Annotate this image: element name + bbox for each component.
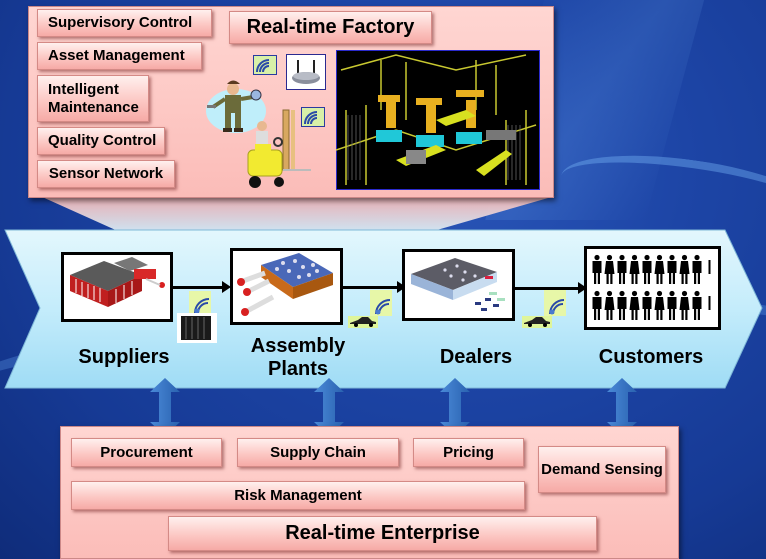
person-icon (667, 254, 677, 284)
factory-function-asset-management[interactable]: Asset Management (37, 42, 202, 70)
person-icon (592, 254, 602, 284)
person-icon (642, 254, 652, 284)
person-icon (629, 254, 640, 284)
wireless-router-photo (286, 54, 326, 90)
person-icon (604, 290, 615, 320)
enterprise-function-supply-chain[interactable]: Supply Chain (237, 438, 399, 467)
enterprise-function-risk-management[interactable]: Risk Management (71, 481, 525, 510)
factory-function-sensor-network[interactable]: Sensor Network (37, 160, 175, 188)
person-icon (629, 290, 640, 320)
person-icon (679, 290, 690, 320)
person-icon (617, 254, 627, 284)
person-icon (667, 290, 677, 320)
person-icon (692, 254, 702, 284)
stage-label-assembly-plants: Assembly Plants (250, 335, 346, 380)
people-icons (592, 254, 711, 320)
factory-function-supervisory-control[interactable]: Supervisory Control (37, 9, 212, 37)
supplier-factory-illustration[interactable] (61, 252, 173, 322)
dealer-building-icon (411, 258, 505, 311)
assembly-plant-illustration[interactable] (230, 248, 343, 325)
customer-crowd-icons[interactable] (584, 246, 721, 330)
car-wireless-icon (522, 290, 566, 328)
enterprise-function-demand-sensing[interactable]: Demand Sensing (538, 446, 666, 493)
stage-label-suppliers: Suppliers (78, 346, 170, 368)
person-icon (604, 254, 615, 284)
person-icon (708, 260, 711, 274)
factory-function-intelligent-maintenance[interactable]: Intelligent Maintenance (37, 75, 149, 122)
person-icon (642, 290, 652, 320)
car-wireless-icon (348, 290, 392, 328)
person-icon (708, 296, 711, 310)
wireless-icon (301, 107, 325, 127)
robotic-assembly-cell-render (336, 50, 540, 190)
factory-building-icon (70, 257, 165, 307)
shipping-container-wireless-icon (177, 291, 217, 343)
enterprise-function-pricing[interactable]: Pricing (413, 438, 524, 467)
dealer-lot-illustration[interactable] (402, 249, 515, 321)
flow-arrow-suppliers-to-assembly (173, 281, 231, 293)
person-icon (592, 290, 602, 320)
assembly-plant-icon (237, 253, 333, 316)
person-icon (654, 290, 665, 320)
enterprise-title: Real-time Enterprise (168, 516, 597, 551)
stage-label-dealers: Dealers (439, 346, 513, 368)
stage-label-customers: Customers (598, 346, 704, 368)
person-icon (692, 290, 702, 320)
person-icon (654, 254, 665, 284)
person-icon (617, 290, 627, 320)
flow-arrow-assembly-to-dealers (343, 281, 406, 293)
wireless-icon (253, 55, 277, 75)
factory-title: Real-time Factory (229, 11, 432, 44)
person-icon (679, 254, 690, 284)
enterprise-function-procurement[interactable]: Procurement (71, 438, 222, 467)
factory-function-quality-control[interactable]: Quality Control (37, 127, 165, 155)
